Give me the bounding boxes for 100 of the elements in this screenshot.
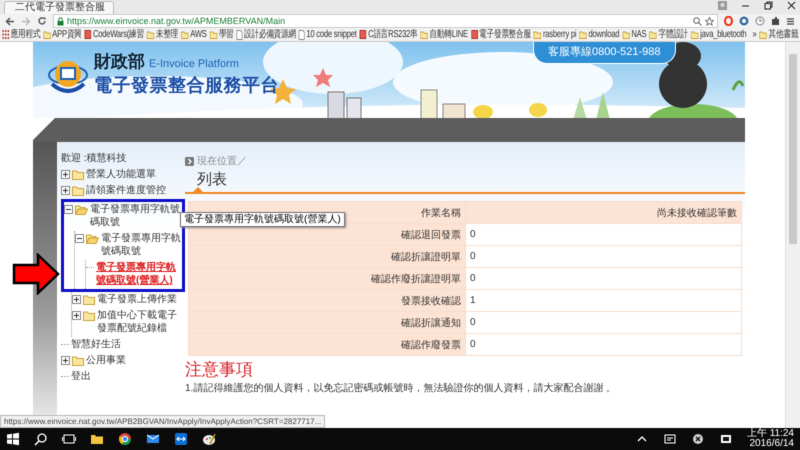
tree-item[interactable]: 公用事業 xyxy=(86,354,126,367)
tooltip: 電子發票專用字軌號碼取號(營業人) xyxy=(180,212,345,227)
table-cell: 0 xyxy=(466,224,742,246)
breadcrumb-icon xyxy=(185,156,194,166)
close-icon[interactable] xyxy=(787,1,796,10)
open-folder-icon xyxy=(75,205,88,215)
tree-item[interactable]: 登出 xyxy=(71,370,91,383)
tree-item[interactable]: 電子發票專用字軌號碼取號 xyxy=(90,203,182,229)
bookmark[interactable]: CodeWars(練習 xyxy=(84,28,144,40)
browser-tab[interactable]: 二代電子發票整合服 xyxy=(4,1,114,14)
expand-icon[interactable] xyxy=(61,186,70,195)
expand-icon[interactable] xyxy=(72,295,81,304)
folder-icon xyxy=(72,356,84,366)
page-heading: 列表 xyxy=(197,171,227,188)
message-icon[interactable] xyxy=(662,432,677,446)
pointing-arrow xyxy=(12,253,60,295)
table-cell: 1 xyxy=(466,290,742,312)
table-cell: 確認折讓證明單 xyxy=(188,246,466,268)
star-icon[interactable] xyxy=(705,16,714,26)
folder-icon xyxy=(72,186,84,196)
back-icon[interactable] xyxy=(5,16,15,26)
folder-icon[interactable] xyxy=(90,432,104,446)
lock-icon xyxy=(57,16,64,26)
apps-icon xyxy=(2,30,10,39)
hotline-badge: 客服專線0800-521-988 xyxy=(533,42,676,64)
tree-item[interactable]: 營業人功能選單 xyxy=(86,168,156,181)
menu-icon[interactable] xyxy=(786,16,795,26)
collapse-icon[interactable] xyxy=(75,234,84,243)
bookmark[interactable]: 自動轉LINE xyxy=(420,28,468,40)
folder-icon xyxy=(760,30,768,38)
site-title: 電子發票整合服務平台 xyxy=(94,74,279,97)
bookmark[interactable]: java_bluetooth xyxy=(691,28,746,40)
column-header: 尚未接收確認筆數 xyxy=(466,202,742,224)
open-folder-icon xyxy=(86,234,99,244)
bookmark[interactable]: NAS xyxy=(622,28,646,40)
folder-icon xyxy=(83,311,95,321)
more-bookmarks-button[interactable]: » xyxy=(752,28,757,40)
remote-icon[interactable] xyxy=(174,432,188,446)
table-cell: 0 xyxy=(466,268,742,290)
site-icon xyxy=(470,30,478,39)
bookmark[interactable]: rasberry pi xyxy=(534,28,576,40)
bookmark[interactable]: 10 code snippet xyxy=(298,28,357,40)
tree-item[interactable]: 智慧好生活 xyxy=(71,338,121,351)
tree-item[interactable]: 加值中心下載電子發票配號紀錄檔 xyxy=(97,309,185,335)
no-entry-icon[interactable] xyxy=(690,432,705,446)
bookmark[interactable]: 應用程式 xyxy=(2,28,40,40)
bookmark[interactable]: 字體設計 xyxy=(649,28,688,40)
zoom-icon[interactable] xyxy=(693,16,702,26)
clock-time[interactable]: 上午 11:24 xyxy=(746,429,794,439)
clock-icon[interactable] xyxy=(755,16,765,26)
platform-name: E-Invoice Platform xyxy=(149,58,239,70)
tree-item[interactable]: 電子發票專用字軌號碼取號 xyxy=(101,232,182,258)
folder-icon xyxy=(579,30,588,38)
opera-icon[interactable] xyxy=(724,16,733,26)
bookmark[interactable]: AWS xyxy=(181,28,207,40)
bookmark[interactable]: 學習 xyxy=(210,28,234,40)
bookmark[interactable]: 未整理 xyxy=(146,28,178,40)
folder-icon xyxy=(210,30,218,38)
folder-icon xyxy=(649,30,657,38)
mail-icon[interactable] xyxy=(146,432,160,446)
folder-icon xyxy=(534,30,542,38)
agency-name: 財政部 xyxy=(94,51,145,73)
table-cell: 發票接收確認 xyxy=(188,290,466,312)
clock-date[interactable]: 2016/6/14 xyxy=(750,439,794,449)
eye-icon[interactable] xyxy=(739,16,749,26)
page-icon xyxy=(298,30,305,40)
paint-icon[interactable] xyxy=(202,432,216,446)
tree-item[interactable]: 電子發票專用字軌號碼取號(營業人) xyxy=(96,261,182,287)
breadcrumb: 現在位置／ xyxy=(197,154,247,168)
folder-icon xyxy=(146,30,154,38)
expand-icon[interactable] xyxy=(61,356,70,365)
expand-icon[interactable] xyxy=(72,311,81,320)
reload-icon[interactable] xyxy=(37,16,47,26)
address-field[interactable]: https://www.einvoice.nat.gov.tw/APMEMBERVAN/Main xyxy=(53,14,718,28)
collapse-icon[interactable] xyxy=(64,205,73,214)
table-cell: 0 xyxy=(466,334,742,356)
tree-item[interactable]: 請領案件進度管控 xyxy=(86,184,166,197)
folder-icon xyxy=(420,30,428,38)
bookmark[interactable]: APP資興 xyxy=(43,28,82,40)
bookmark[interactable]: C語言RS232串 xyxy=(360,28,418,40)
bookmark[interactable]: 其他書籤 xyxy=(760,28,798,40)
bookmark[interactable]: 電子發票整合服 xyxy=(470,28,531,40)
bookmark[interactable]: 設計必備資源網 xyxy=(236,28,296,40)
tree-item[interactable]: 電子發票上傳作業 xyxy=(97,293,177,306)
start-icon[interactable] xyxy=(6,432,20,446)
folder-icon xyxy=(83,295,95,305)
site-icon xyxy=(360,30,367,39)
bookmark[interactable]: download xyxy=(579,28,620,40)
task-view-icon[interactable] xyxy=(62,432,76,446)
folder-icon xyxy=(181,30,189,38)
table-cell: 0 xyxy=(466,312,742,334)
search-icon[interactable] xyxy=(34,432,48,446)
expand-icon[interactable] xyxy=(61,170,70,179)
welcome-text: 歡迎 :積慧科技 xyxy=(61,153,127,164)
site-icon xyxy=(84,30,92,39)
browser-icon[interactable] xyxy=(118,432,132,446)
restore-icon[interactable] xyxy=(764,1,773,10)
notice-text: 1.請記得維護您的個人資料，以免忘記密碼或帳號時，無法驗證你的個人資料，請大家配合謝謝 。 xyxy=(185,383,618,395)
table-cell: 確認折讓通知 xyxy=(188,312,466,334)
scrollbar[interactable] xyxy=(785,42,800,428)
